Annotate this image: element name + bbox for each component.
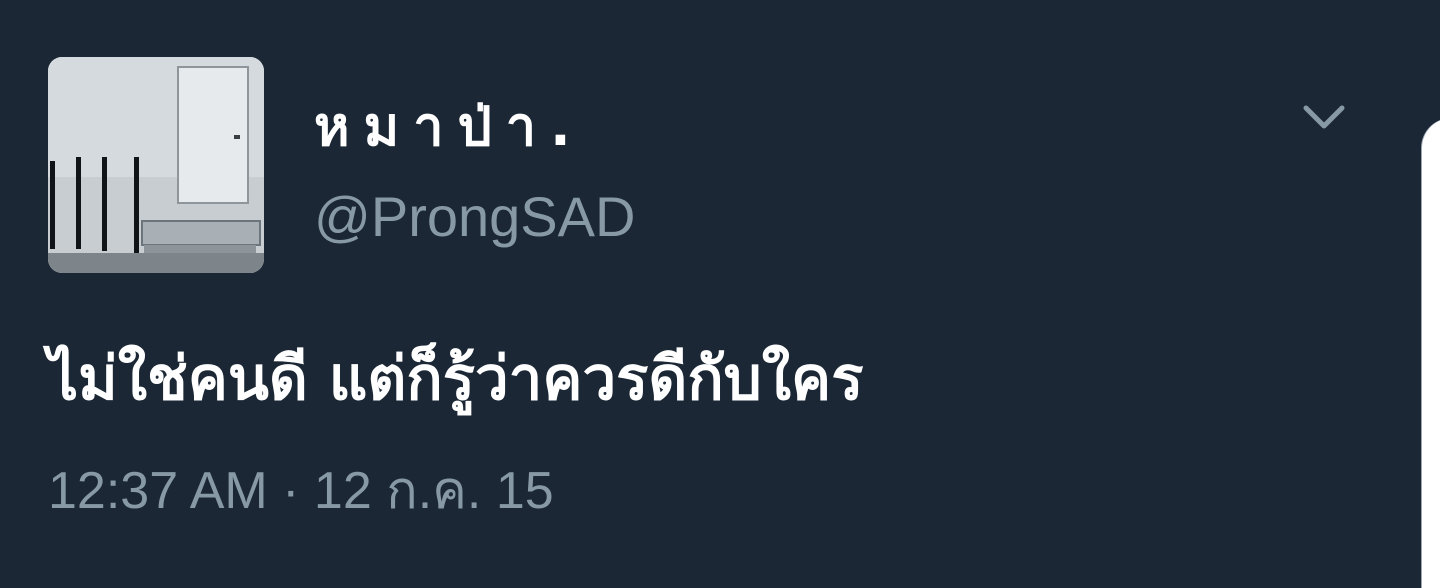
chevron-down-icon[interactable]	[1300, 98, 1348, 138]
display-name[interactable]: หมาป่า.	[314, 92, 585, 162]
adjacent-card-edge	[1422, 118, 1440, 588]
tweet-timestamp[interactable]: 12:37 AM · 12 ก.ค. 15	[48, 458, 554, 524]
tweet: หมาป่า. @ProngSAD ไม่ใช่คนดี แต่ก็รู้ว่า…	[0, 0, 1440, 588]
tweet-text: ไม่ใช่คนดี แต่ก็รู้ว่าควรดีกับใคร	[48, 344, 864, 414]
avatar[interactable]	[48, 57, 264, 273]
avatar-image	[48, 57, 264, 273]
user-handle[interactable]: @ProngSAD	[314, 182, 635, 252]
